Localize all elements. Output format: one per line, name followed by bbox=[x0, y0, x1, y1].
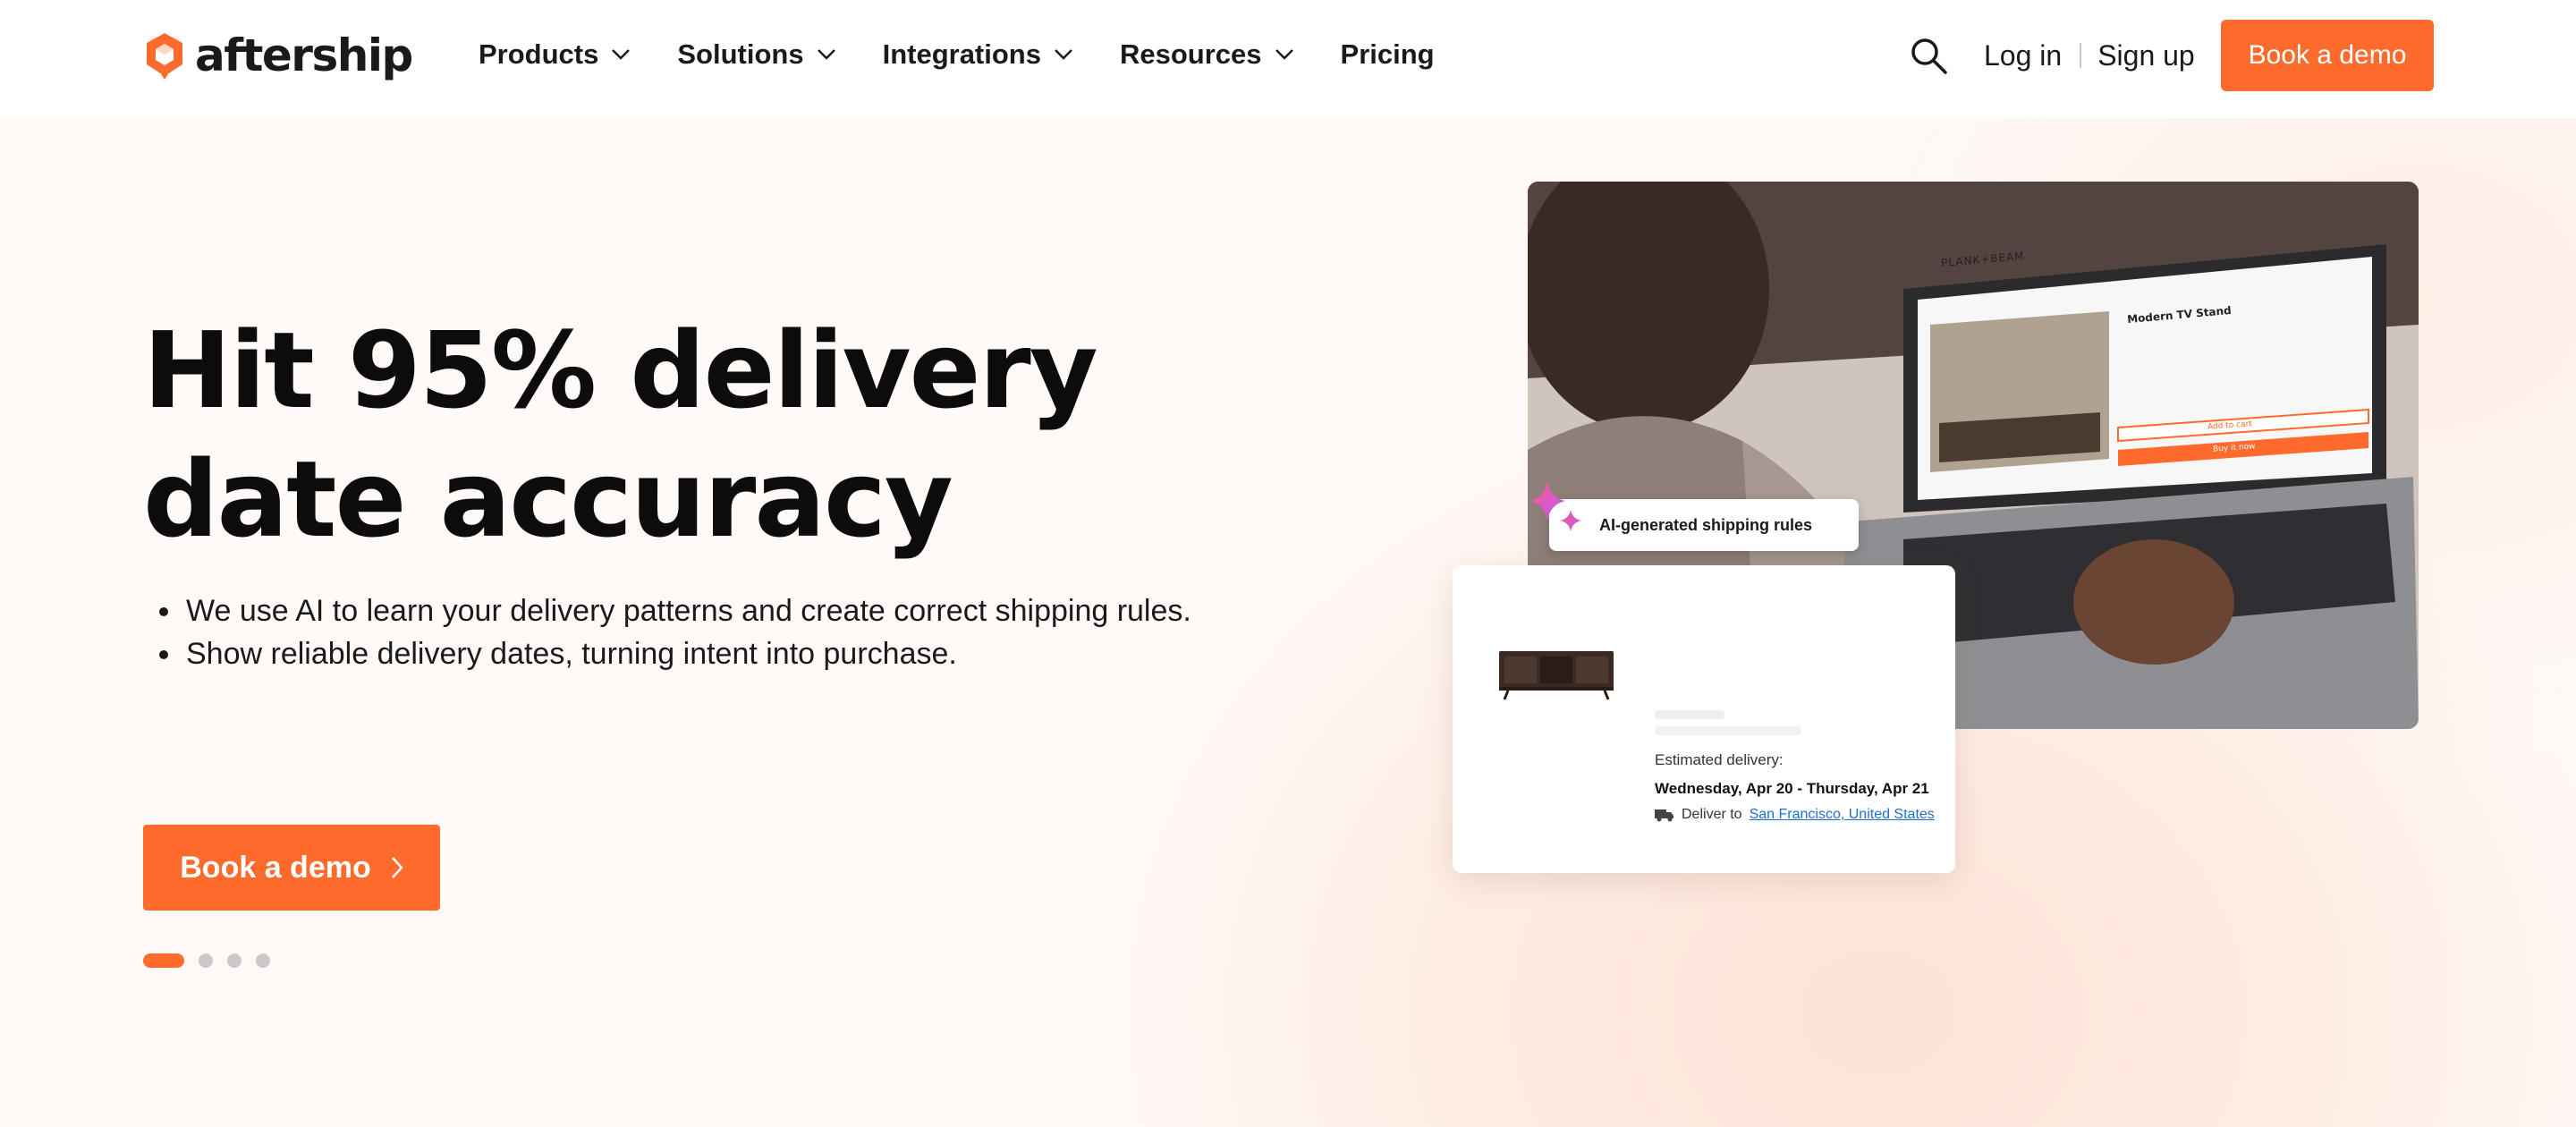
search-button[interactable] bbox=[1909, 36, 1948, 75]
nav-label: Integrations bbox=[882, 38, 1041, 70]
nav-resources[interactable]: Resources bbox=[1120, 38, 1294, 71]
nav-products[interactable]: Products bbox=[479, 38, 631, 71]
carousel-dot[interactable] bbox=[227, 953, 242, 968]
nav-solutions[interactable]: Solutions bbox=[677, 38, 835, 71]
header-book-demo-button[interactable]: Book a demo bbox=[2221, 20, 2434, 91]
skeleton-line bbox=[1655, 726, 1801, 735]
nav-integrations[interactable]: Integrations bbox=[883, 38, 1073, 71]
main-nav: Products Solutions Integrations Resource… bbox=[479, 32, 1481, 77]
delivery-location-link[interactable]: San Francisco, United States bbox=[1750, 807, 1935, 823]
login-link[interactable]: Log in bbox=[1984, 39, 2062, 72]
auth-divider bbox=[2080, 43, 2082, 68]
search-icon bbox=[1911, 38, 1947, 74]
ai-shipping-rules-badge: AI-generated shipping rules bbox=[1549, 499, 1859, 551]
hero-title: Hit 95% delivery date accuracy bbox=[143, 306, 1216, 564]
chevron-right-icon bbox=[391, 857, 403, 878]
skeleton-line bbox=[1655, 710, 1724, 719]
aftership-logo-icon bbox=[147, 33, 182, 80]
nav-label: Pricing bbox=[1340, 38, 1435, 70]
nav-label: Products bbox=[479, 38, 599, 70]
hero-bullet: We use AI to learn your delivery pattern… bbox=[152, 589, 1191, 632]
hero-cta-label: Book a demo bbox=[180, 850, 371, 885]
delivery-estimate-card: Estimated delivery: Wednesday, Apr 20 - … bbox=[1453, 565, 1955, 873]
nav-label: Solutions bbox=[677, 38, 804, 70]
chevron-down-icon bbox=[1055, 49, 1072, 60]
delivery-date-range: Wednesday, Apr 20 - Thursday, Apr 21 bbox=[1655, 780, 1929, 797]
deliver-to-label: Deliver to bbox=[1682, 807, 1742, 822]
auth-links: Log in Sign up bbox=[1984, 34, 2195, 77]
deliver-to-row: Deliver to San Francisco, United States bbox=[1655, 807, 1935, 823]
nav-pricing[interactable]: Pricing bbox=[1341, 38, 1435, 71]
truck-icon bbox=[1655, 809, 1674, 822]
chevron-down-icon bbox=[817, 49, 835, 60]
aftership-logo[interactable]: aftership bbox=[143, 29, 413, 82]
carousel-dot[interactable] bbox=[256, 953, 270, 968]
carousel-dot[interactable] bbox=[199, 953, 213, 968]
hero-bullet: Show reliable delivery dates, turning in… bbox=[152, 632, 1191, 675]
carousel-dot-active[interactable] bbox=[143, 953, 184, 968]
site-header: aftership Products Solutions Integration… bbox=[0, 0, 2576, 118]
logo-text: aftership bbox=[195, 30, 413, 81]
signup-link[interactable]: Sign up bbox=[2097, 39, 2195, 72]
chevron-down-icon bbox=[1275, 49, 1293, 60]
hero-bullets: We use AI to learn your delivery pattern… bbox=[152, 589, 1191, 675]
hero-title-line1: Hit 95% delivery bbox=[143, 309, 1098, 432]
carousel-indicators bbox=[143, 953, 270, 968]
hero-book-demo-button[interactable]: Book a demo bbox=[143, 825, 440, 911]
estimated-delivery-label: Estimated delivery: bbox=[1655, 751, 1784, 768]
nav-label: Resources bbox=[1119, 38, 1262, 70]
sparkle-icon bbox=[1530, 481, 1581, 531]
tv-stand-product-image bbox=[1499, 651, 1614, 700]
hero-title-line2: date accuracy bbox=[143, 437, 953, 561]
chevron-down-icon bbox=[612, 49, 631, 60]
